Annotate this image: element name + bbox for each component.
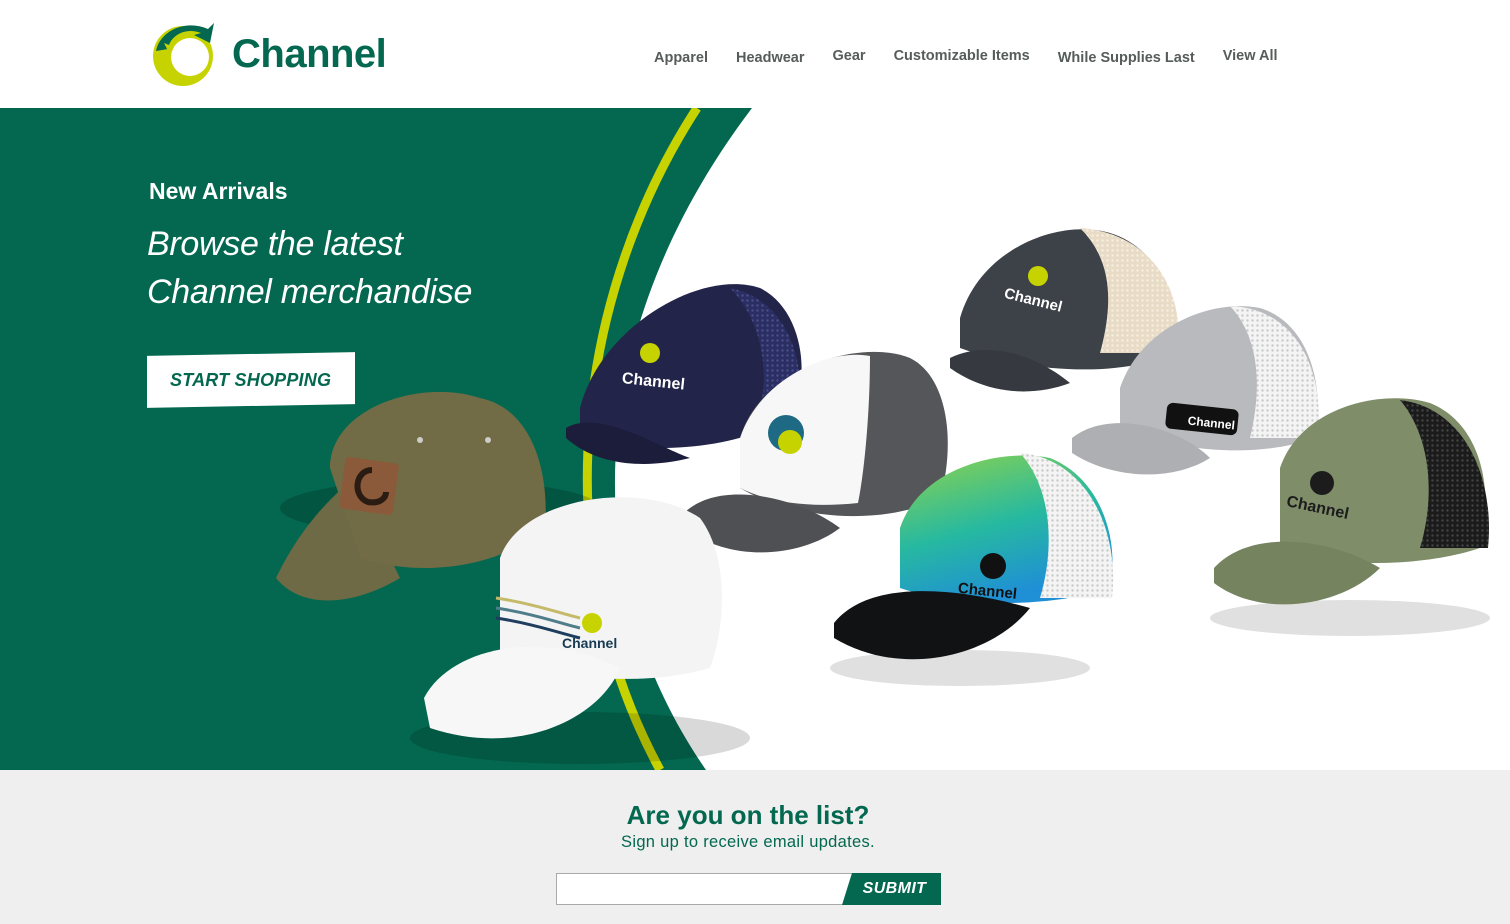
- hero-tagline-line-2: Channel merchandise: [147, 273, 473, 311]
- channel-c-logo-icon: [153, 23, 214, 86]
- nav-item-gear[interactable]: Gear: [833, 48, 866, 64]
- email-field[interactable]: [556, 873, 854, 905]
- hat-white-logo: Channel: [562, 635, 617, 651]
- submit-label: SUBMIT: [862, 880, 927, 897]
- start-shopping-label: START SHOPPING: [170, 369, 332, 390]
- hero-tagline-line-1: Browse the latest: [147, 225, 403, 263]
- brand-logo[interactable]: Channel: [150, 20, 410, 88]
- nav-item-apparel[interactable]: Apparel: [654, 50, 708, 66]
- submit-button[interactable]: SUBMIT: [842, 873, 941, 905]
- hero-heading: New Arrivals: [149, 178, 288, 204]
- hero-banner: Channel Channel Channel Channel Channel …: [0, 108, 1510, 770]
- nav-item-headwear[interactable]: Headwear: [736, 50, 805, 66]
- hero-tagline: Browse the latest Channel merchandise: [147, 220, 567, 316]
- start-shopping-button[interactable]: START SHOPPING: [147, 352, 355, 408]
- newsletter-signup: Are you on the list? Sign up to receive …: [0, 770, 1510, 924]
- hats-product-image: Channel Channel Channel Channel Channel …: [276, 228, 1490, 764]
- main-nav: Apparel Headwear Gear Customizable Items…: [640, 48, 1292, 66]
- nav-item-customizable-items[interactable]: Customizable Items: [894, 48, 1030, 64]
- nav-item-while-supplies-last[interactable]: While Supplies Last: [1058, 50, 1195, 66]
- site-header: Channel Apparel Headwear Gear Customizab…: [0, 0, 1510, 108]
- newsletter-subtitle: Sign up to receive email updates.: [621, 833, 875, 851]
- newsletter-title: Are you on the list?: [626, 800, 870, 830]
- brand-name: Channel: [232, 31, 387, 76]
- nav-item-view-all[interactable]: View All: [1223, 48, 1278, 64]
